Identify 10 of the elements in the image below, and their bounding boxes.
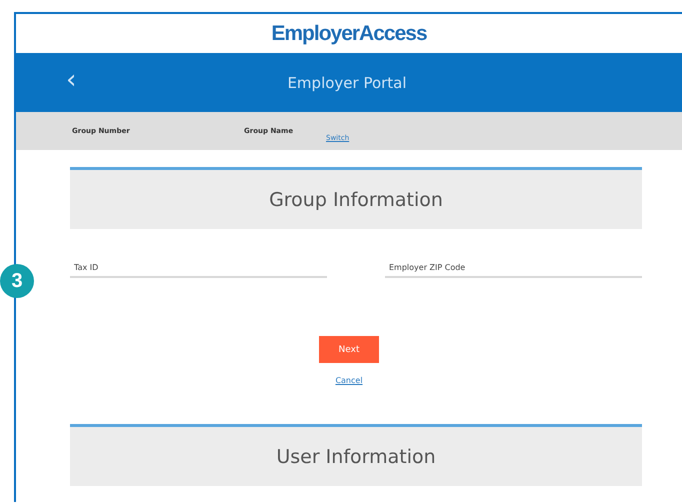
back-icon[interactable]: ‹	[66, 65, 76, 95]
page-title: Employer Portal	[287, 74, 407, 92]
input-field[interactable]: Tax ID	[70, 259, 327, 278]
input-field[interactable]: Employer ZIP Code	[385, 259, 642, 278]
brand-logo: EmployerAccess	[271, 22, 427, 46]
section-header: Group Information	[70, 167, 642, 229]
section-header: User Information	[70, 424, 642, 486]
step-badge: 3	[0, 264, 34, 298]
next-button[interactable]: Next	[319, 336, 379, 363]
cancel-link[interactable]: Cancel	[335, 376, 363, 385]
